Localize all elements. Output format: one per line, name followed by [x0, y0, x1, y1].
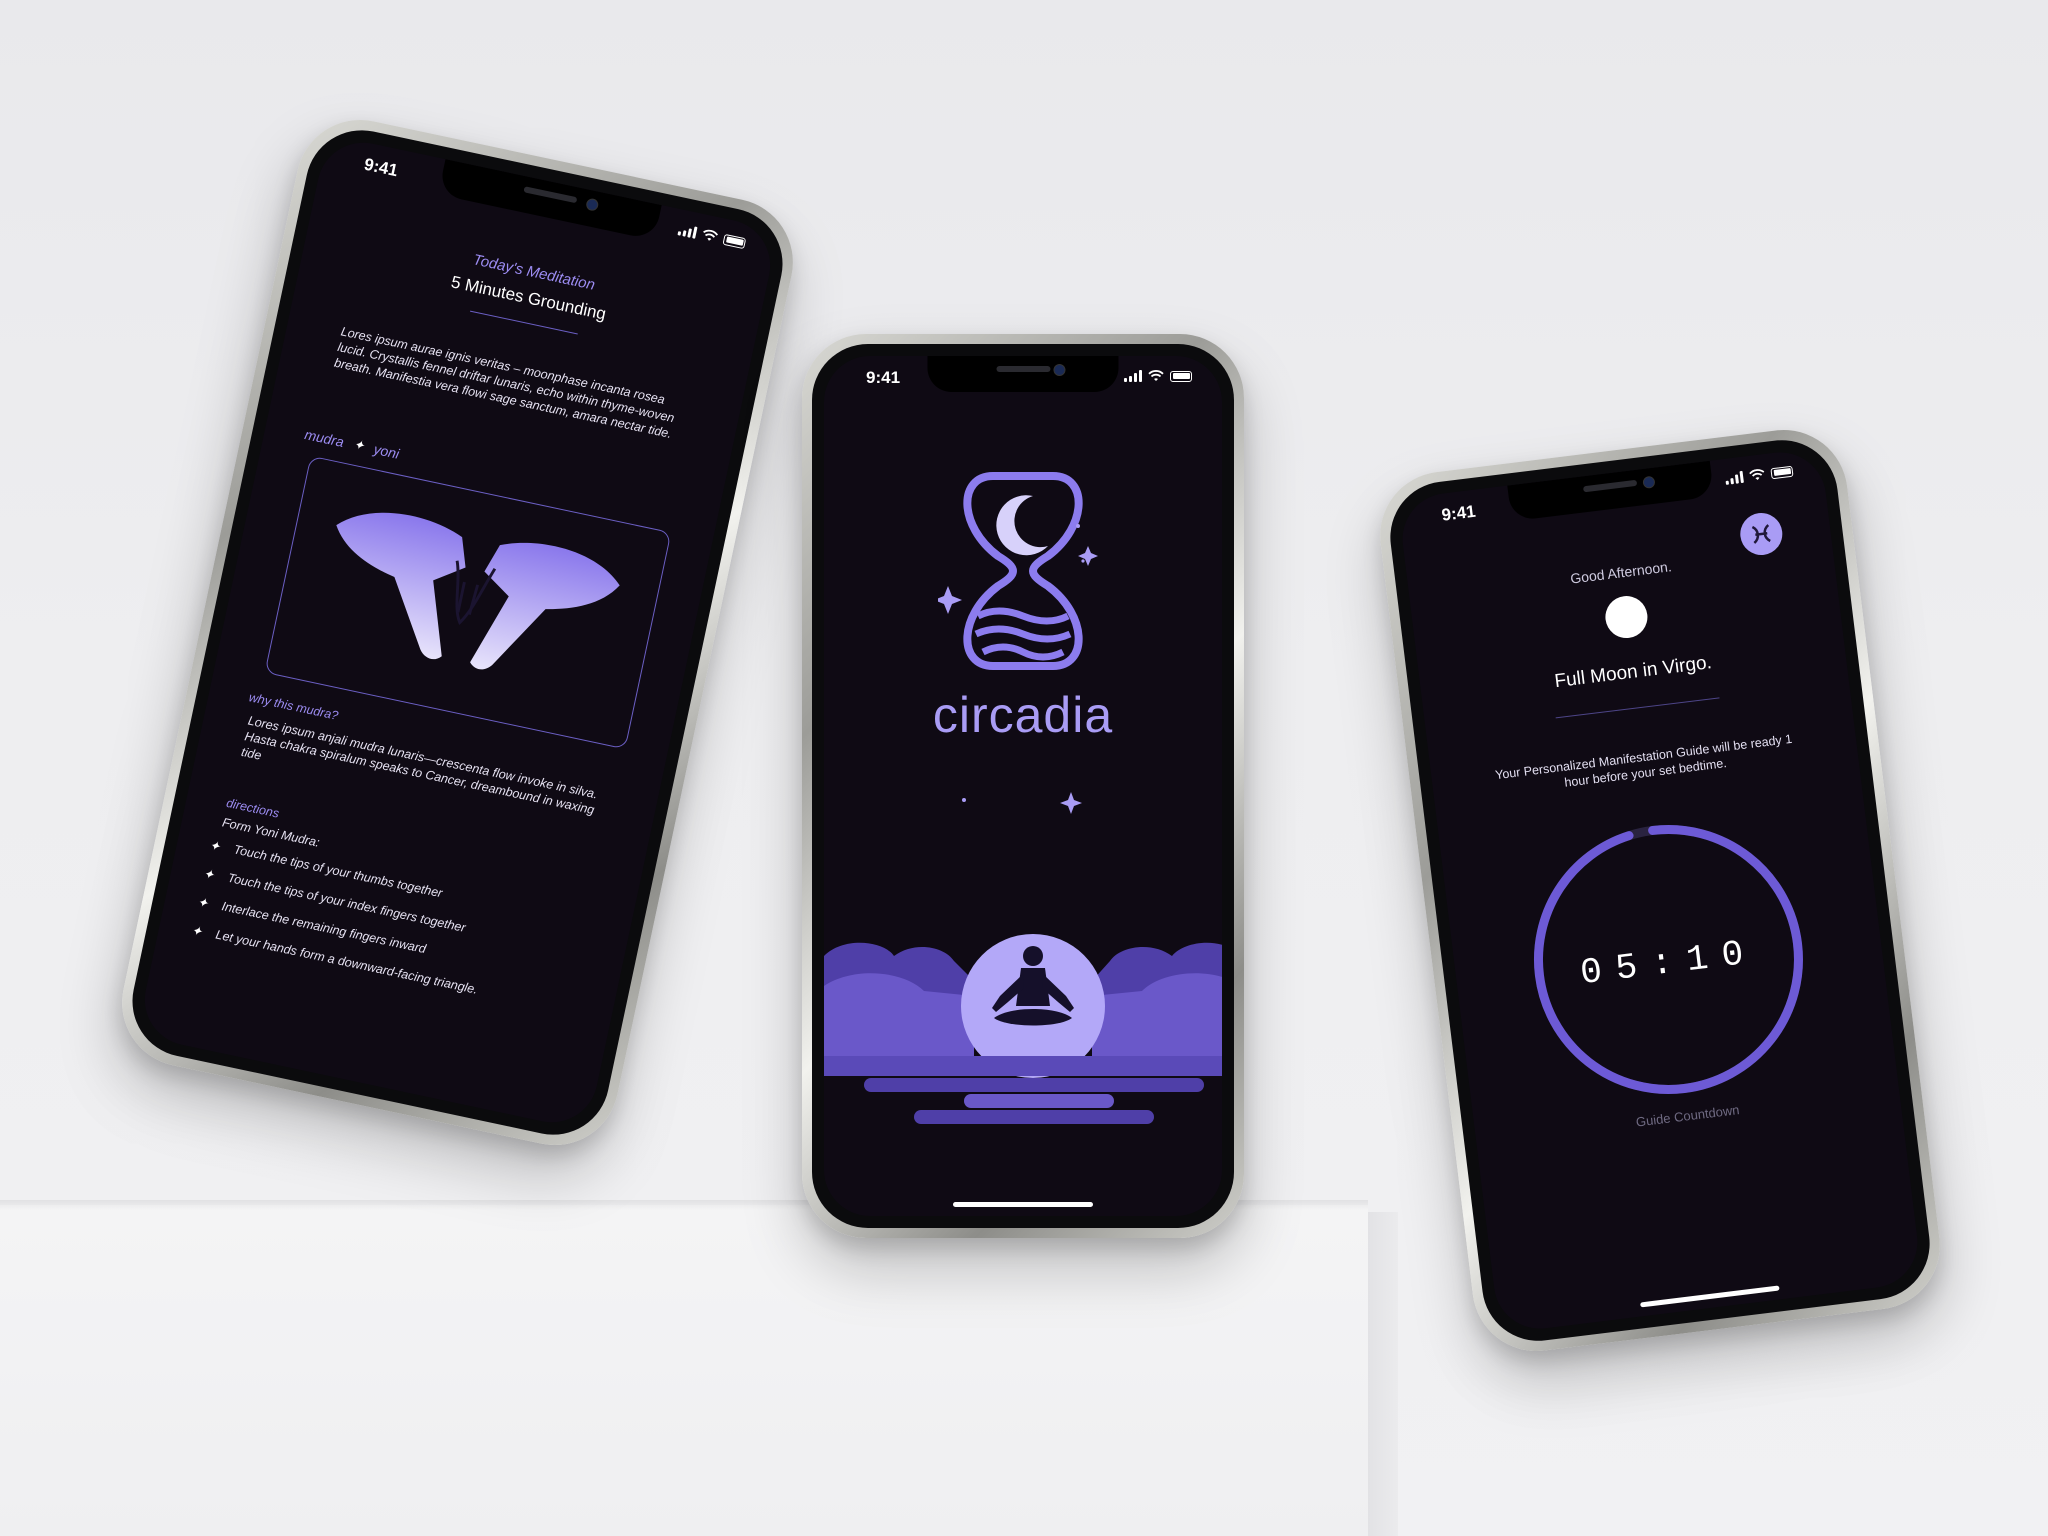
- notch: [1507, 460, 1715, 522]
- tag-mudra[interactable]: mudra: [303, 426, 345, 450]
- cellular-signal-icon: [1725, 470, 1744, 485]
- sparkle-icon: ✦: [207, 837, 222, 855]
- home-indicator[interactable]: [953, 1202, 1093, 1207]
- phone-bezel: 9:41 circadia: [812, 344, 1234, 1228]
- cellular-signal-icon: [1124, 370, 1142, 382]
- full-moon-icon: [1603, 593, 1650, 641]
- wifi-icon: [703, 229, 719, 241]
- phone-bezel: 9:41 Today's Meditation 5 Minutes Ground…: [122, 119, 793, 1146]
- pedestal-edge: [1368, 1212, 1398, 1536]
- home-indicator[interactable]: [1640, 1285, 1780, 1308]
- yoni-mudra-hands-icon: [336, 512, 620, 670]
- status-time: 9:41: [362, 154, 400, 181]
- status-icons: [1124, 370, 1192, 382]
- guide-text: Your Personalized Manifestation Guide wi…: [1494, 731, 1793, 790]
- hourglass-moon-icon: [938, 472, 1098, 670]
- app-wordmark: circadia: [932, 687, 1114, 743]
- status-icons: [1725, 465, 1794, 485]
- section-divider: [1555, 697, 1720, 719]
- mudra-tags: mudra ✦ yoni: [303, 426, 401, 462]
- status-icons: [677, 223, 747, 249]
- sparkle-icon: ✦: [195, 893, 210, 911]
- status-time: 9:41: [1440, 501, 1477, 525]
- manifestation-screen: 9:41 Good Afternoon. Full Moon in Virgo.…: [1397, 447, 1923, 1334]
- tag-yoni[interactable]: yoni: [372, 441, 400, 462]
- status-time: 9:41: [866, 368, 901, 387]
- notch: [927, 356, 1119, 392]
- phone-bezel: 9:41 Good Afternoon. Full Moon in Virgo.…: [1383, 433, 1937, 1348]
- battery-icon: [1770, 465, 1794, 479]
- phone-manifestation: 9:41 Good Afternoon. Full Moon in Virgo.…: [1372, 422, 1948, 1359]
- splash-screen: 9:41 circadia: [824, 356, 1222, 1216]
- sparkle-icon: ✦: [352, 436, 366, 454]
- notch: [437, 159, 662, 241]
- wifi-icon: [1749, 469, 1765, 481]
- directions-list: ✦ Touch the tips of your thumbs together …: [187, 837, 611, 1036]
- battery-icon: [1170, 370, 1192, 382]
- pedestal: [0, 1205, 1368, 1536]
- wifi-icon: [1148, 370, 1164, 381]
- sparkle-icon: ✦: [201, 865, 216, 883]
- moon-phase: Full Moon in Virgo.: [1553, 652, 1713, 693]
- phone-meditation: 9:41 Today's Meditation 5 Minutes Ground…: [110, 108, 805, 1157]
- meditation-illustration: [824, 756, 1222, 1124]
- sparkle-icon: ✦: [189, 922, 204, 940]
- phone-splash: 9:41 circadia: [802, 334, 1244, 1238]
- cellular-signal-icon: [677, 223, 698, 239]
- meditation-screen: 9:41 Today's Meditation 5 Minutes Ground…: [136, 134, 779, 1131]
- battery-icon: [722, 233, 747, 249]
